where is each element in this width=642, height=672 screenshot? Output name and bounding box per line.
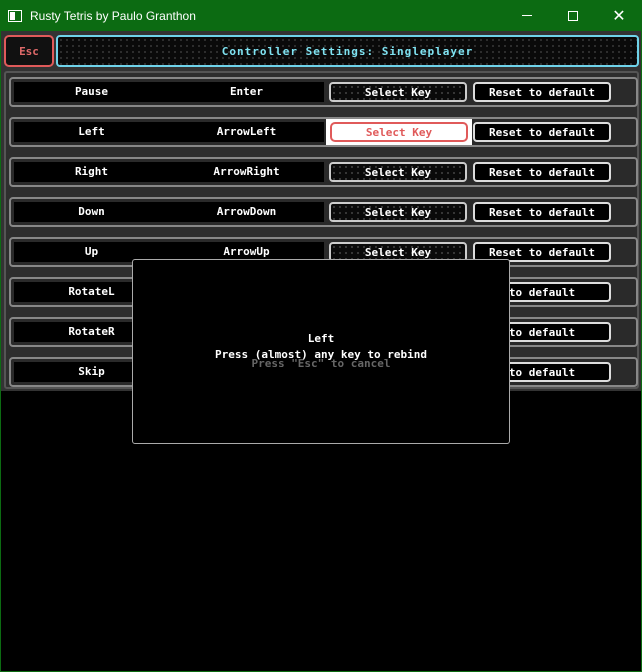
select-key-button-active[interactable]: Select Key — [326, 119, 472, 145]
action-label: Pause — [74, 85, 109, 98]
action-label: Left — [78, 125, 105, 138]
minimize-button[interactable] — [504, 0, 550, 31]
settings-header: Esc Controller Settings: Singleplayer — [4, 35, 639, 67]
close-button[interactable]: ✕ — [596, 0, 642, 31]
reset-default-button[interactable]: Reset to default — [473, 202, 611, 222]
reset-default-button[interactable]: Reset to default — [473, 162, 611, 182]
maximize-icon — [568, 10, 578, 21]
select-key-button[interactable]: Select Key — [329, 82, 467, 102]
minimize-icon — [522, 15, 532, 16]
rebind-action-label: Left — [307, 332, 335, 345]
esc-back-button[interactable]: Esc — [4, 35, 54, 67]
action-label: Down — [78, 205, 105, 218]
select-key-label: Select Key — [330, 122, 468, 142]
binding-row-pause: Pause Enter Select Key Reset to default — [9, 77, 638, 107]
select-key-button[interactable]: Select Key — [329, 162, 467, 182]
binding-info: Pause Enter — [14, 82, 324, 102]
binding-row-down: Down ArrowDown Select Key Reset to defau… — [9, 197, 638, 227]
action-label: Right — [74, 165, 109, 178]
rebind-dialog: Press "Esc" to cancel Left Press (almost… — [132, 259, 510, 444]
select-key-button[interactable]: Select Key — [329, 202, 467, 222]
binding-info: Right ArrowRight — [14, 162, 324, 182]
key-label: ArrowDown — [216, 205, 277, 218]
close-icon: ✕ — [612, 5, 626, 25]
window-controls: ✕ — [504, 0, 642, 31]
key-label: ArrowRight — [213, 165, 280, 178]
app-window-icon — [8, 9, 22, 22]
binding-info: Down ArrowDown — [14, 202, 324, 222]
binding-row-left: Left ArrowLeft Select Key Reset to defau… — [9, 117, 638, 147]
reset-default-button[interactable]: Reset to default — [473, 122, 611, 142]
binding-info: Left ArrowLeft — [14, 122, 324, 142]
reset-default-button[interactable]: Reset to default — [473, 82, 611, 102]
window-titlebar: Rusty Tetris by Paulo Granthon ✕ — [0, 0, 642, 31]
window-title: Rusty Tetris by Paulo Granthon — [30, 8, 196, 23]
key-label: ArrowLeft — [216, 125, 277, 138]
rebind-prompt: Press (almost) any key to rebind — [215, 348, 427, 361]
key-label: Enter — [229, 85, 264, 98]
page-title: Controller Settings: Singleplayer — [56, 35, 639, 67]
maximize-button[interactable] — [550, 0, 596, 31]
binding-row-right: Right ArrowRight Select Key Reset to def… — [9, 157, 638, 187]
